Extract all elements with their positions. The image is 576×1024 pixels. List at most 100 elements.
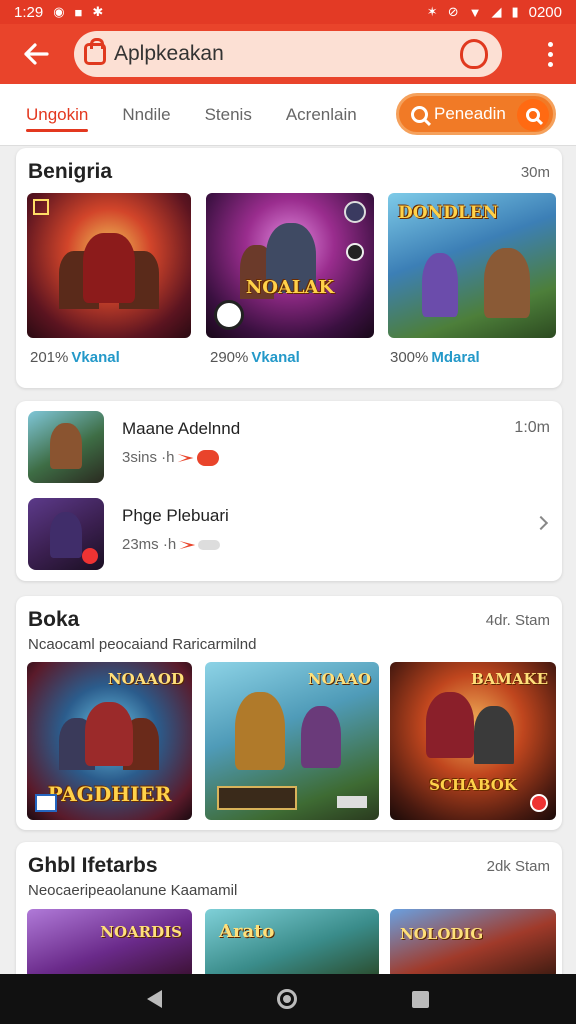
hero-figure	[50, 423, 82, 469]
flame-icon	[177, 453, 194, 463]
system-nav-bar	[0, 974, 576, 1024]
section-subtitle: Ncaocaml peocaiand Raricarmilnd	[28, 636, 257, 653]
game-card-art[interactable]: NOAAO	[205, 662, 379, 820]
app-search-bar[interactable]: Aplpkeakan	[74, 31, 502, 77]
list-item-name: Maane Adelnnd	[122, 419, 241, 438]
list-thumbnail	[28, 411, 104, 483]
game-price-row: 300% Mdaral	[390, 349, 480, 366]
game-card-art[interactable]: NOARDIS	[27, 909, 192, 979]
tab-stenis[interactable]: Stenis	[205, 84, 252, 146]
status-app-icon: ■	[74, 4, 83, 20]
art-badge: NOAAOD	[107, 670, 184, 688]
logo-icon	[214, 300, 244, 330]
game-percent: 290%	[210, 349, 249, 366]
badge-icon	[346, 243, 364, 261]
hero-figure	[235, 692, 285, 770]
game-publisher[interactable]: Vkanal	[71, 349, 119, 366]
hero-figure	[426, 692, 474, 758]
game-price-row: 201% Vkanal	[30, 349, 120, 366]
hero-figure	[50, 512, 82, 558]
list-item-time: 1:0m	[514, 419, 550, 436]
shield-icon[interactable]	[460, 39, 488, 69]
game-percent: 201%	[30, 349, 69, 366]
bluetooth-icon: ✶	[426, 4, 438, 19]
game-card-art[interactable]: NOAAOD PAGDHIER	[27, 662, 192, 820]
art-title: DONDLEN	[398, 203, 499, 223]
corner-icon	[33, 199, 49, 215]
list-item-info: 3sins ·h	[122, 449, 219, 467]
tab-acrenlain[interactable]: Acrenlain	[286, 84, 357, 146]
section-title: Benigria	[28, 160, 113, 183]
chevron-right-icon[interactable]	[533, 515, 549, 531]
list-item-info: 23ms ·h	[122, 536, 221, 553]
flame-icon	[179, 540, 196, 550]
game-card-art[interactable]: DONDLEN	[388, 193, 556, 338]
section-boka: Boka 4dr. Stam Ncaocaml peocaiand Rarica…	[16, 596, 562, 830]
tag-icon	[337, 796, 367, 808]
section-meta: 2dk Stam	[486, 857, 550, 875]
mute-icon: ⊘	[447, 4, 459, 19]
list-item[interactable]: Phge Plebuari 23ms ·h	[28, 498, 550, 570]
logo-icon	[35, 794, 57, 812]
art-badge: Arato	[219, 921, 275, 942]
list-item-name: Phge Plebuari	[122, 506, 229, 525]
status-time: 1:29	[14, 3, 44, 21]
game-card-art[interactable]: NOALAK	[206, 193, 374, 338]
art-badge: NOAAO	[307, 670, 371, 688]
list-item[interactable]: Maane Adelnnd 3sins ·h 1:0m	[28, 411, 550, 483]
search-submit-button[interactable]	[517, 99, 549, 131]
section-list: Maane Adelnnd 3sins ·h 1:0m Phge Plebuar…	[16, 401, 562, 581]
game-card-art[interactable]: Arato	[205, 909, 379, 979]
badge-icon	[530, 794, 548, 812]
game-publisher[interactable]: Mdaral	[431, 349, 479, 366]
section-subtitle: Neocaeripeaolanune Kaamamil	[28, 882, 238, 899]
art-badge: NOARDIS	[100, 923, 182, 941]
logo-plate-icon	[217, 786, 297, 810]
shopping-bag-icon	[84, 38, 106, 65]
game-price-row: 290% Vkanal	[210, 349, 300, 366]
tab-nndile[interactable]: Nndile	[122, 84, 170, 146]
hero-figure	[85, 702, 133, 766]
tab-ungokin[interactable]: Ungokin	[26, 84, 89, 146]
art-title: SCHABOK	[429, 776, 517, 794]
hero-figure	[83, 233, 135, 303]
section-title: Boka	[28, 608, 80, 631]
wifi-icon: ▼	[468, 4, 482, 20]
art-badge: NOLODIG	[400, 925, 484, 943]
tab-bar: Ungokin Nndile Stenis Acrenlain Peneadin	[0, 84, 576, 146]
game-card-art[interactable]: BAMAKE SCHABOK	[390, 662, 556, 820]
art-title: NOALAK	[245, 277, 335, 298]
tab-search-label: Peneadin	[434, 104, 506, 123]
battery-icon: ▮	[511, 4, 519, 19]
section-ghbl: Ghbl Ifetarbs 2dk Stam Neocaeripeaolanun…	[16, 842, 562, 987]
status-bug-icon: ✱	[92, 4, 104, 19]
hero-figure	[484, 248, 530, 318]
section-meta: 4dr. Stam	[485, 611, 550, 629]
game-card-art[interactable]: NOLODIG	[390, 909, 556, 979]
nav-recents-icon[interactable]	[411, 990, 429, 1008]
art-badge: BAMAKE	[470, 670, 548, 688]
search-icon	[526, 108, 540, 122]
list-item-info-text: 3sins ·h	[122, 449, 175, 466]
back-arrow-icon[interactable]	[12, 30, 60, 78]
tag-icon	[196, 450, 219, 467]
status-right-text: 0200	[528, 3, 562, 21]
badge-icon	[344, 201, 366, 223]
game-card-art[interactable]	[27, 193, 191, 338]
game-percent: 300%	[390, 349, 429, 366]
app-title: Aplpkeakan	[114, 42, 224, 65]
game-publisher[interactable]: Vkanal	[251, 349, 299, 366]
signal-icon: ◢	[491, 4, 502, 19]
more-vert-icon[interactable]	[536, 34, 564, 74]
list-thumbnail	[28, 498, 104, 570]
list-item-info-text: 23ms ·h	[122, 536, 177, 553]
hero-figure	[422, 253, 458, 317]
status-notification-icon: ◉	[53, 4, 65, 19]
app-bar: Aplpkeakan	[0, 24, 576, 84]
section-title: Ghbl Ifetarbs	[28, 854, 158, 877]
tab-search-button[interactable]: Peneadin	[396, 93, 556, 135]
status-bar: 1:29 ◉ ■ ✱ ✶ ⊘ ▼ ◢ ▮ 0200	[0, 0, 576, 24]
nav-home-icon[interactable]	[276, 989, 297, 1009]
nav-back-icon[interactable]	[147, 990, 163, 1008]
section-benigria: Benigria 30m 201% Vkanal NOALAK 290% Vkana…	[16, 148, 562, 388]
